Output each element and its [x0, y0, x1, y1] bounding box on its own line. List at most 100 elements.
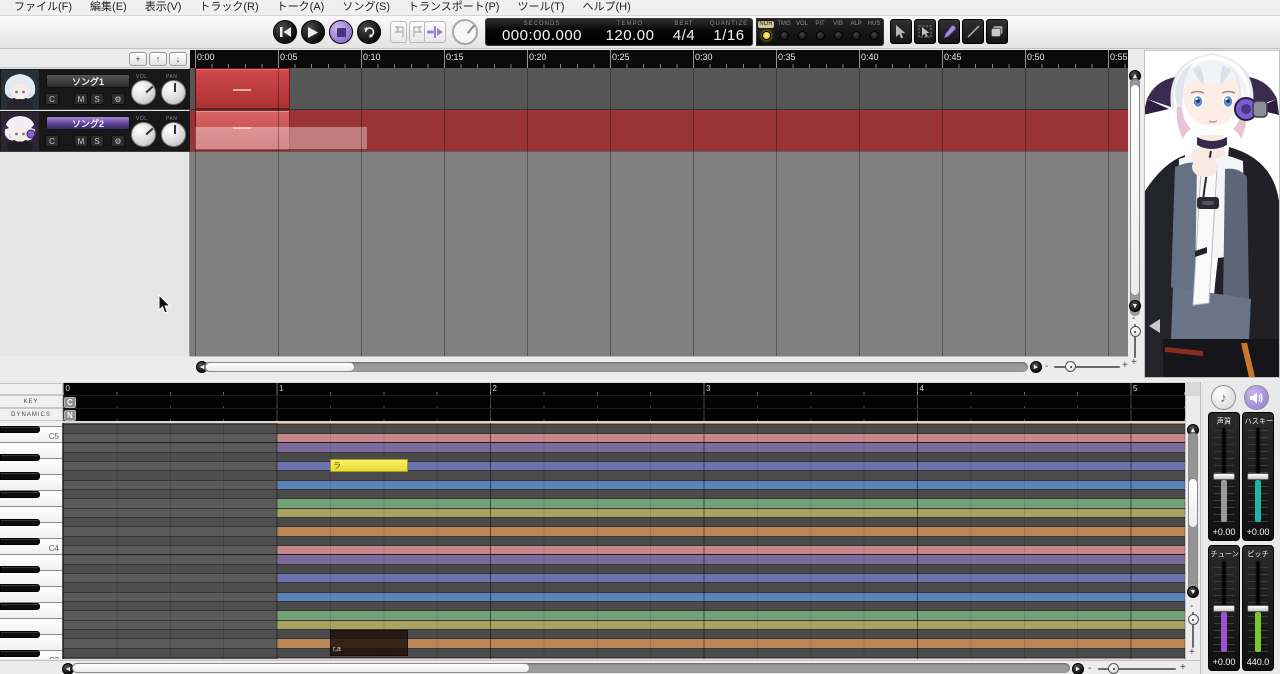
- menu-help[interactable]: ヘルプ(H): [574, 0, 640, 15]
- pitch-row-as[interactable]: [63, 564, 1185, 574]
- fader-tune[interactable]: [1213, 561, 1235, 652]
- loop-button[interactable]: [357, 20, 381, 44]
- black-key[interactable]: [0, 649, 40, 657]
- menu-talk[interactable]: トーク(A): [268, 0, 334, 15]
- slider-voice-quality[interactable]: 声質 +0.00: [1208, 412, 1240, 541]
- scroll-down-button[interactable]: ▼: [1129, 300, 1141, 312]
- pitch-row-cs[interactable]: [63, 424, 1185, 434]
- go-to-start-button[interactable]: [273, 20, 297, 44]
- fader-handle[interactable]: [1247, 605, 1269, 612]
- scroll-down-button[interactable]: ▼: [1187, 586, 1199, 598]
- zoom-in-label[interactable]: +: [1122, 361, 1128, 371]
- pitch-row-b[interactable]: [63, 443, 1185, 453]
- fader-handle[interactable]: [1213, 605, 1235, 612]
- black-key[interactable]: [0, 425, 40, 433]
- track2-settings-button[interactable]: ⚙: [111, 135, 125, 147]
- menu-track[interactable]: トラック(R): [190, 0, 267, 15]
- pitch-row-gs[interactable]: [63, 583, 1185, 593]
- pitch-row-fs[interactable]: [63, 601, 1185, 612]
- track2-solo-button[interactable]: S: [90, 135, 104, 147]
- pitch-row-d[interactable]: [63, 527, 1185, 537]
- piano-roll-ruler[interactable]: 0 1 2 3 4 5: [63, 383, 1185, 395]
- param-toggle-pit[interactable]: PIT: [811, 19, 829, 45]
- zoom-out-label[interactable]: -: [1045, 362, 1048, 372]
- black-key[interactable]: [0, 537, 40, 545]
- param-toggle-alp[interactable]: ALP: [847, 19, 865, 45]
- tempo-gauge[interactable]: [452, 19, 478, 45]
- menu-tool[interactable]: ツール(T): [508, 0, 573, 15]
- track-row-song2[interactable]: ソング2 C M S ⚙ VOL PAN: [0, 111, 190, 152]
- black-key[interactable]: [0, 453, 40, 461]
- vzoom-out-label[interactable]: -: [1190, 602, 1193, 612]
- track1-pan-knob[interactable]: [161, 80, 186, 105]
- scroll-right-button[interactable]: ►: [1072, 663, 1084, 674]
- phoneme-box[interactable]: r,a: [330, 630, 408, 656]
- move-track-down-button[interactable]: ↓: [169, 52, 187, 66]
- insert-marker-button[interactable]: [424, 21, 446, 43]
- track2-mute-button[interactable]: M: [74, 135, 88, 147]
- key-signature-lane[interactable]: C: [63, 395, 1185, 408]
- piano-keyboard[interactable]: C5 C4 C3: [0, 423, 63, 659]
- track-row-song1[interactable]: ソング1 C M S ⚙ VOL PAN: [0, 69, 190, 110]
- slider-husky[interactable]: ハスキー +0.00: [1242, 412, 1274, 541]
- pitch-row-c[interactable]: [63, 545, 1185, 556]
- stop-button[interactable]: [329, 20, 353, 44]
- track1-c-button[interactable]: C: [45, 93, 59, 105]
- note-ra[interactable]: ラ: [330, 458, 408, 472]
- collapse-character-panel-button[interactable]: [1149, 319, 1160, 333]
- black-key[interactable]: [0, 519, 40, 527]
- black-key[interactable]: [0, 491, 40, 499]
- pitch-row-g[interactable]: [63, 480, 1185, 490]
- pitch-row-as[interactable]: [63, 452, 1185, 462]
- track2-c-button[interactable]: C: [45, 135, 59, 147]
- pitch-row-a[interactable]: [63, 573, 1185, 584]
- zoom-in-label[interactable]: +: [1180, 663, 1186, 673]
- arrange-vzoom-handle[interactable]: [1129, 326, 1141, 337]
- pitch-row-d[interactable]: [63, 639, 1185, 649]
- arrange-hscroll-thumb[interactable]: [205, 362, 355, 372]
- black-key[interactable]: [0, 603, 40, 611]
- stamp-tool-button[interactable]: [986, 19, 1008, 44]
- black-key[interactable]: [0, 631, 40, 639]
- track2-name[interactable]: ソング2: [46, 116, 130, 130]
- select-tool-button[interactable]: [890, 19, 912, 44]
- pitch-row-cs[interactable]: [63, 648, 1185, 658]
- vzoom-out-label[interactable]: -: [1132, 314, 1135, 324]
- pitch-row-c[interactable]: [63, 433, 1185, 444]
- speaker-circle-button[interactable]: [1244, 385, 1269, 410]
- track1-solo-button[interactable]: S: [90, 93, 104, 105]
- dynamics-marker[interactable]: N: [64, 410, 76, 421]
- param-toggle-tmg[interactable]: TMG: [775, 19, 793, 45]
- add-track-button[interactable]: +: [129, 52, 147, 66]
- param-toggle-hus[interactable]: HUS: [865, 19, 883, 45]
- key-signature-marker[interactable]: C: [64, 397, 76, 408]
- pitch-row-b[interactable]: [63, 555, 1185, 565]
- slider-pitch[interactable]: ピッチ 440.0: [1242, 545, 1274, 671]
- pitch-row-e[interactable]: [63, 620, 1185, 630]
- arrange-zoom-slider[interactable]: [1054, 366, 1120, 368]
- fader-husky[interactable]: [1247, 428, 1269, 522]
- pitch-row-a[interactable]: [63, 461, 1185, 472]
- menu-view[interactable]: 表示(V): [136, 0, 191, 15]
- track1-settings-button[interactable]: ⚙: [111, 93, 125, 105]
- menu-edit[interactable]: 編集(E): [81, 0, 136, 15]
- arrange-time-ruler[interactable]: 0:00 0:05 0:10 0:15 0:20 0:25 0:30 0:35 0:40 0:45…: [190, 50, 1128, 68]
- pitch-row-fs[interactable]: [63, 489, 1185, 500]
- black-key[interactable]: [0, 584, 40, 592]
- pitch-row-gs[interactable]: [63, 471, 1185, 481]
- param-toggle-vib[interactable]: VIB: [829, 19, 847, 45]
- arrange-lanes[interactable]: [190, 68, 1128, 356]
- menu-file[interactable]: ファイル(F): [5, 0, 81, 15]
- black-key[interactable]: [0, 565, 40, 573]
- pitch-row-ds[interactable]: [63, 629, 1185, 640]
- line-tool-button[interactable]: [962, 19, 984, 44]
- black-key[interactable]: [0, 472, 40, 480]
- track1-mute-button[interactable]: M: [74, 93, 88, 105]
- loop-start-flag-button[interactable]: [390, 21, 407, 43]
- region-select-tool-button[interactable]: [914, 19, 936, 44]
- dynamics-lane[interactable]: N: [63, 408, 1185, 421]
- piano-roll-grid[interactable]: ラ r,a: [63, 423, 1185, 659]
- menu-transport[interactable]: トランスポート(P): [399, 0, 508, 15]
- scroll-right-button[interactable]: ►: [1030, 361, 1042, 373]
- track1-vol-knob[interactable]: [131, 80, 156, 105]
